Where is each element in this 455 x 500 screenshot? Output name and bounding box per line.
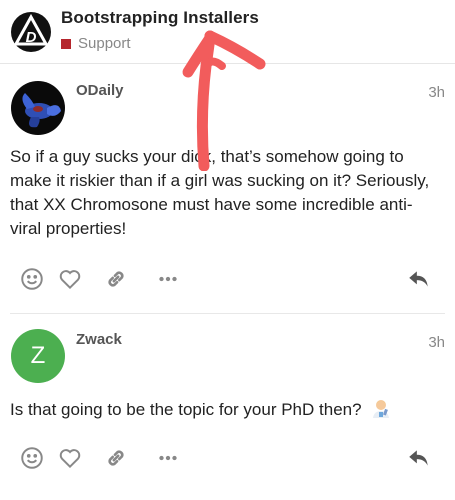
more-icon[interactable]	[155, 266, 181, 292]
post-actions	[0, 445, 455, 475]
post-body-text: Is that going to be the topic for your P…	[10, 400, 362, 419]
category-color-swatch	[61, 38, 71, 49]
heart-icon[interactable]	[57, 266, 83, 292]
username[interactable]: Zwack	[76, 331, 122, 348]
avatar[interactable]	[11, 81, 65, 135]
username[interactable]: ODaily	[76, 82, 124, 99]
link-icon[interactable]	[103, 445, 129, 471]
post-actions	[0, 266, 455, 296]
topic-title[interactable]: Bootstrapping Installers	[61, 8, 259, 28]
post-time[interactable]: 3h	[428, 84, 445, 101]
avatar[interactable]: Z	[11, 329, 65, 383]
reply-icon[interactable]	[406, 266, 432, 292]
smiley-icon[interactable]	[19, 445, 45, 471]
post-body: So if a guy sucks your dick, that’s some…	[10, 147, 430, 238]
post-time[interactable]: 3h	[428, 334, 445, 351]
site-logo[interactable]: D	[10, 11, 52, 53]
post-body: Is that going to be the topic for your P…	[10, 397, 435, 422]
topic-header: D Bootstrapping Installers Support	[0, 0, 455, 64]
category-badge[interactable]: Support	[61, 35, 131, 52]
svg-text:D: D	[26, 29, 37, 46]
avatar-letter: Z	[30, 342, 46, 369]
smiley-icon[interactable]	[19, 266, 45, 292]
more-icon[interactable]	[155, 445, 181, 471]
post: Z Zwack 3h Is that going to be the topic…	[0, 314, 455, 500]
post: ODaily 3h So if a guy sucks your dick, t…	[0, 63, 455, 313]
heart-icon[interactable]	[57, 445, 83, 471]
scientist-emoji-icon	[370, 397, 392, 419]
link-icon[interactable]	[103, 266, 129, 292]
category-name: Support	[78, 35, 131, 52]
reply-icon[interactable]	[406, 445, 432, 471]
